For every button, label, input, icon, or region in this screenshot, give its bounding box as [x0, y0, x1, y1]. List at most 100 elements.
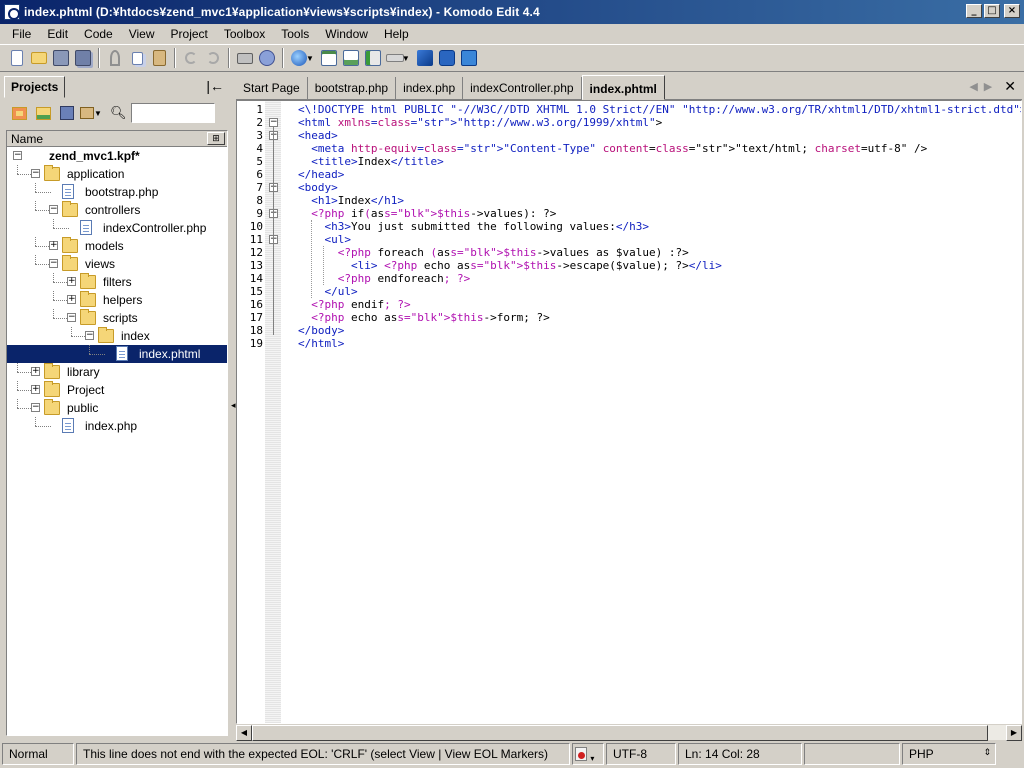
- minimize-button[interactable]: _: [966, 4, 982, 18]
- code-line[interactable]: 12 <?php foreach (ass="blk">$this->value…: [237, 246, 1021, 259]
- code-line[interactable]: 13 <li> <?php echo ass="blk">$this->esca…: [237, 259, 1021, 272]
- project-filter-icon[interactable]: ▼: [80, 103, 102, 123]
- code-line[interactable]: 14 <?php endforeach; ?>: [237, 272, 1021, 285]
- collapse-pane-icon[interactable]: |←: [206, 78, 224, 94]
- expand-icon[interactable]: +: [31, 385, 40, 394]
- close-tab-icon[interactable]: ✕: [1004, 78, 1016, 95]
- fold-toggle-icon[interactable]: −: [269, 118, 278, 127]
- code-line[interactable]: 5 <title>Index</title>: [237, 155, 1021, 168]
- code-line[interactable]: 17 <?php echo ass="blk">$this->form; ?>: [237, 311, 1021, 324]
- tree-folder-row[interactable]: + Project: [7, 381, 227, 399]
- browser-preview-dropdown-icon[interactable]: ▼: [306, 54, 314, 63]
- menu-view[interactable]: View: [121, 27, 163, 41]
- menu-project[interactable]: Project: [163, 27, 216, 41]
- scroll-right-icon[interactable]: ▶: [1006, 725, 1022, 741]
- tab-scroll-right-icon[interactable]: ▶: [984, 80, 992, 93]
- menu-tools[interactable]: Tools: [273, 27, 317, 41]
- collapse-icon[interactable]: −: [31, 169, 40, 178]
- maximize-button[interactable]: □: [984, 4, 1000, 18]
- code-editor[interactable]: 1 <\!DOCTYPE html PUBLIC "-//W3C//DTD XHT…: [236, 100, 1022, 724]
- tab-bootstrap-php[interactable]: bootstrap.php: [308, 77, 397, 99]
- expand-icon[interactable]: +: [31, 367, 40, 376]
- tree-file-row[interactable]: bootstrap.php: [7, 183, 227, 201]
- open-project-icon[interactable]: [32, 103, 54, 123]
- view-source-icon[interactable]: [318, 47, 340, 69]
- help-icon[interactable]: [256, 47, 278, 69]
- tree-folder-row[interactable]: + helpers: [7, 291, 227, 309]
- chevron-down-icon[interactable]: ▾: [590, 754, 594, 763]
- scroll-left-icon[interactable]: ◀: [236, 725, 252, 741]
- redo-icon[interactable]: [202, 47, 224, 69]
- horizontal-scrollbar[interactable]: ◀ ▶: [236, 724, 1022, 741]
- menu-code[interactable]: Code: [76, 27, 121, 41]
- check-status-panel[interactable]: ▾: [572, 743, 604, 765]
- tab-indexcontroller-php[interactable]: indexController.php: [463, 77, 582, 99]
- project-search-input[interactable]: [130, 103, 215, 123]
- undo-icon[interactable]: [180, 47, 202, 69]
- copy-icon[interactable]: [126, 47, 148, 69]
- print-icon[interactable]: [234, 47, 256, 69]
- collapse-icon[interactable]: −: [67, 313, 76, 322]
- tab-index-php[interactable]: index.php: [396, 77, 464, 99]
- code-line[interactable]: 18 </body>: [237, 324, 1021, 337]
- collapse-icon[interactable]: −: [85, 331, 94, 340]
- tree-folder-row[interactable]: − scripts: [7, 309, 227, 327]
- code-line[interactable]: 2− <html xmlns=class="str">"http://www.w3…: [237, 116, 1021, 129]
- code-line[interactable]: 11− <ul>: [237, 233, 1021, 246]
- menu-toolbox[interactable]: Toolbox: [216, 27, 273, 41]
- code-line[interactable]: 7− <body>: [237, 181, 1021, 194]
- code-line[interactable]: 10 <h3>You just submitted the following …: [237, 220, 1021, 233]
- expand-icon[interactable]: +: [67, 277, 76, 286]
- menu-help[interactable]: Help: [376, 27, 417, 41]
- komodo-app-icon[interactable]: [4, 4, 20, 20]
- code-line[interactable]: 3− <head>: [237, 129, 1021, 142]
- code-line[interactable]: 6 </head>: [237, 168, 1021, 181]
- view-image-icon[interactable]: [340, 47, 362, 69]
- encoding-status[interactable]: UTF-8: [606, 743, 676, 765]
- lint-warning-icon[interactable]: [575, 747, 587, 761]
- tree-folder-row[interactable]: − views: [7, 255, 227, 273]
- tree-folder-row[interactable]: + models: [7, 237, 227, 255]
- tree-file-row[interactable]: index.php: [7, 417, 227, 435]
- refresh-icon[interactable]: [436, 47, 458, 69]
- save-icon[interactable]: [50, 47, 72, 69]
- tree-file-row[interactable]: index.phtml: [7, 345, 227, 363]
- column-picker-icon[interactable]: ⊞: [207, 132, 225, 145]
- scroll-thumb[interactable]: [252, 725, 988, 741]
- save-all-icon[interactable]: [72, 47, 94, 69]
- code-line[interactable]: 16 <?php endif; ?>: [237, 298, 1021, 311]
- new-project-icon[interactable]: [8, 103, 30, 123]
- splitter-grip-icon[interactable]: ◂: [231, 400, 236, 411]
- tab-scroll-left-icon[interactable]: ◀: [969, 80, 977, 93]
- tree-folder-row[interactable]: + library: [7, 363, 227, 381]
- tab-index-phtml[interactable]: index.phtml: [581, 75, 665, 100]
- expand-icon[interactable]: +: [67, 295, 76, 304]
- view-toggle-dropdown-icon[interactable]: ▼: [402, 54, 410, 63]
- collapse-icon[interactable]: −: [49, 205, 58, 214]
- code-line[interactable]: 15 </ul>: [237, 285, 1021, 298]
- code-line[interactable]: 8 <h1>Index</h1>: [237, 194, 1021, 207]
- collapse-icon[interactable]: −: [49, 259, 58, 268]
- tree-folder-row[interactable]: − public: [7, 399, 227, 417]
- tab-projects[interactable]: Projects: [4, 76, 66, 98]
- code-line[interactable]: 9− <?php if(ass="blk">$this->values): ?>: [237, 207, 1021, 220]
- tab-start-page[interactable]: Start Page: [236, 77, 308, 99]
- tree-file-row[interactable]: indexController.php: [7, 219, 227, 237]
- code-line[interactable]: 19 </html>: [237, 337, 1021, 350]
- tree-folder-row[interactable]: − application: [7, 165, 227, 183]
- close-window-button[interactable]: ×: [1004, 4, 1020, 18]
- view-back-icon[interactable]: [362, 47, 384, 69]
- code-line[interactable]: 4 <meta http-equiv=class="str">"Content-…: [237, 142, 1021, 155]
- tree-folder-row[interactable]: + filters: [7, 273, 227, 291]
- open-folder-icon[interactable]: [28, 47, 50, 69]
- code-line[interactable]: 1 <\!DOCTYPE html PUBLIC "-//W3C//DTD XHT…: [237, 103, 1021, 116]
- collapse-icon[interactable]: −: [13, 151, 22, 160]
- new-file-icon[interactable]: [6, 47, 28, 69]
- language-dropdown-icon[interactable]: ⇕: [983, 747, 991, 758]
- paste-icon[interactable]: [148, 47, 170, 69]
- menu-edit[interactable]: Edit: [39, 27, 76, 41]
- tree-project-row[interactable]: − zend_mvc1.kpf*: [7, 147, 227, 165]
- tree-folder-row[interactable]: − index: [7, 327, 227, 345]
- tree-column-header[interactable]: Name ⊞: [7, 131, 227, 147]
- language-status[interactable]: PHP ⇕: [902, 743, 996, 765]
